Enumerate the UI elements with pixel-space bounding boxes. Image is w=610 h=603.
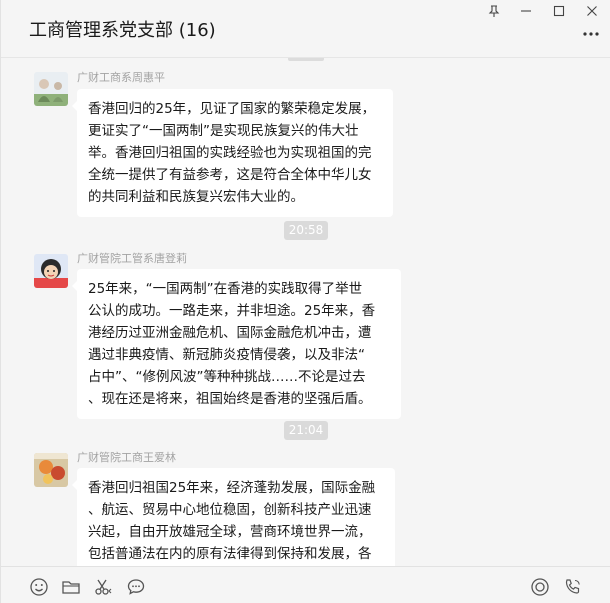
close-icon bbox=[587, 6, 597, 16]
close-button[interactable] bbox=[575, 0, 609, 22]
timestamp: 20:58 bbox=[284, 221, 328, 240]
avatar[interactable] bbox=[34, 254, 68, 288]
avatar[interactable] bbox=[34, 453, 68, 487]
voice-call-button[interactable] bbox=[562, 576, 584, 598]
more-options-button[interactable] bbox=[579, 22, 603, 46]
avatar-image bbox=[34, 453, 68, 487]
live-icon bbox=[531, 578, 549, 596]
message-bubble[interactable]: 香港回归的25年，见证了国家的繁荣稳定发展， 更证实了“一国两制”是实现民族复兴… bbox=[72, 89, 393, 217]
live-button[interactable] bbox=[529, 576, 551, 598]
minimize-icon bbox=[521, 10, 531, 12]
message-bubble[interactable]: 香港回归祖国25年来，经济蓬勃发展，国际金融 、航运、贸易中心地位稳固，创新科技… bbox=[72, 468, 395, 566]
avatar[interactable] bbox=[34, 72, 68, 106]
message-list[interactable]: 广财工商系周惠平 香港回归的25年，见证了国家的繁荣稳定发展， 更证实了“一国两… bbox=[1, 58, 610, 566]
scissors-icon bbox=[95, 579, 112, 595]
more-icon bbox=[583, 32, 599, 36]
timestamp: 21:04 bbox=[284, 421, 328, 440]
maximize-button[interactable] bbox=[542, 0, 576, 22]
avatar-image bbox=[34, 254, 68, 288]
avatar-image bbox=[34, 72, 68, 106]
sender-name: 广财工商系周惠平 bbox=[77, 71, 165, 84]
sender-name: 广财管院工商王爱林 bbox=[77, 451, 176, 464]
chat-history-button[interactable] bbox=[125, 576, 147, 598]
chat-title: 工商管理系党支部 (16) bbox=[29, 20, 216, 41]
title-bar: 工商管理系党支部 (16) bbox=[1, 0, 610, 58]
voice-call-icon bbox=[565, 579, 580, 594]
sender-name: 广财管院工管系唐登莉 bbox=[77, 252, 187, 265]
message-bubble[interactable]: 25年来，“一国两制”在香港的实践取得了举世 公认的成功。一路走来，并非坦途。2… bbox=[72, 269, 401, 419]
screenshot-button[interactable] bbox=[92, 576, 114, 598]
chat-window: 工商管理系党支部 (16) 广财工商系周惠平 香港回归的25年，见证了国家的繁荣… bbox=[0, 0, 610, 603]
minimize-button[interactable] bbox=[509, 0, 543, 22]
pin-icon bbox=[488, 4, 500, 17]
scroll-indicator bbox=[288, 58, 324, 61]
emoji-icon bbox=[30, 578, 48, 596]
send-file-button[interactable] bbox=[60, 576, 82, 598]
emoji-button[interactable] bbox=[28, 576, 50, 598]
input-toolbar bbox=[1, 566, 610, 603]
chat-bubble-icon bbox=[127, 579, 145, 595]
pin-button[interactable] bbox=[477, 0, 511, 22]
maximize-icon bbox=[553, 5, 565, 17]
folder-icon bbox=[62, 581, 80, 594]
